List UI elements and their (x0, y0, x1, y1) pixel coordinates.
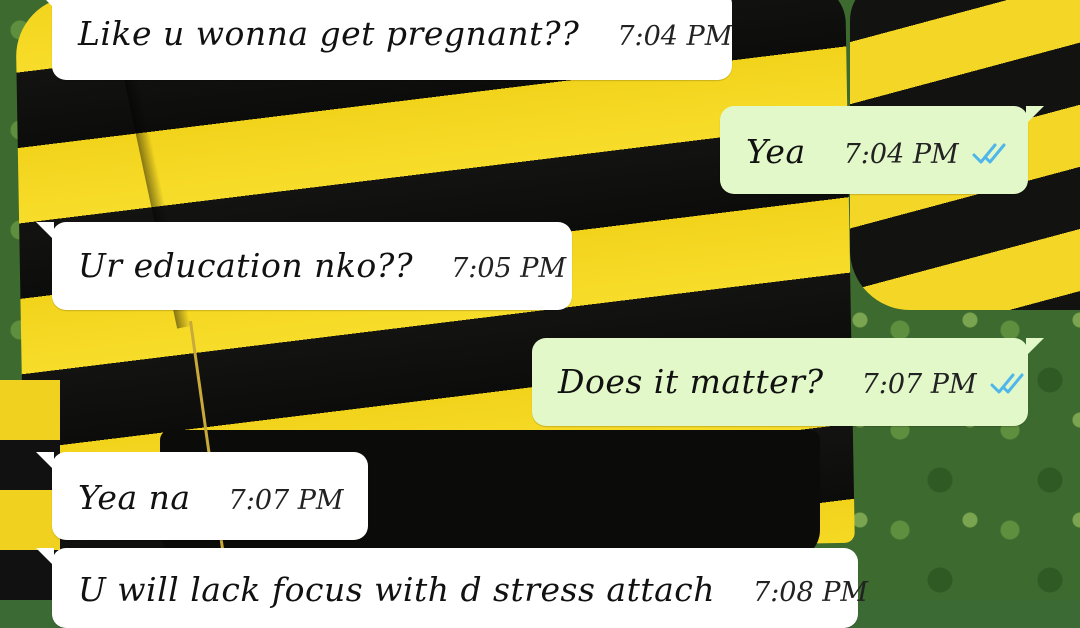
message-time: 7:08 PM (753, 577, 869, 608)
message-bubble-outgoing[interactable]: Yea 7:04 PM (720, 106, 1044, 194)
message-time: 7:07 PM (228, 485, 344, 516)
message-text: Does it matter? (558, 362, 824, 401)
message-time: 7:04 PM (843, 139, 959, 170)
message-bubble-outgoing[interactable]: Does it matter? 7:07 PM (532, 338, 1044, 426)
message-text: Yea (746, 132, 806, 171)
message-text: Ur education nko?? (78, 246, 414, 285)
message-bubble-incoming[interactable]: Yea na 7:07 PM (36, 452, 368, 540)
message-text: Yea na (78, 478, 191, 517)
message-bubble-incoming[interactable]: U will lack focus with d stress attach 7… (36, 548, 868, 628)
double-check-icon (989, 371, 1029, 397)
message-time: 7:07 PM (861, 369, 977, 400)
message-time: 7:05 PM (451, 253, 567, 284)
message-bubble-incoming[interactable]: Ur education nko?? 7:05 PM (36, 222, 572, 310)
message-list[interactable]: Like u wonna get pregnant?? 7:04 PM Yea … (0, 0, 1080, 628)
message-text: U will lack focus with d stress attach (78, 570, 716, 609)
message-bubble-incoming[interactable]: Like u wonna get pregnant?? 7:04 PM (36, 0, 733, 80)
double-check-icon (971, 141, 1011, 167)
message-text: Like u wonna get pregnant?? (78, 14, 580, 53)
message-time: 7:04 PM (617, 21, 733, 52)
